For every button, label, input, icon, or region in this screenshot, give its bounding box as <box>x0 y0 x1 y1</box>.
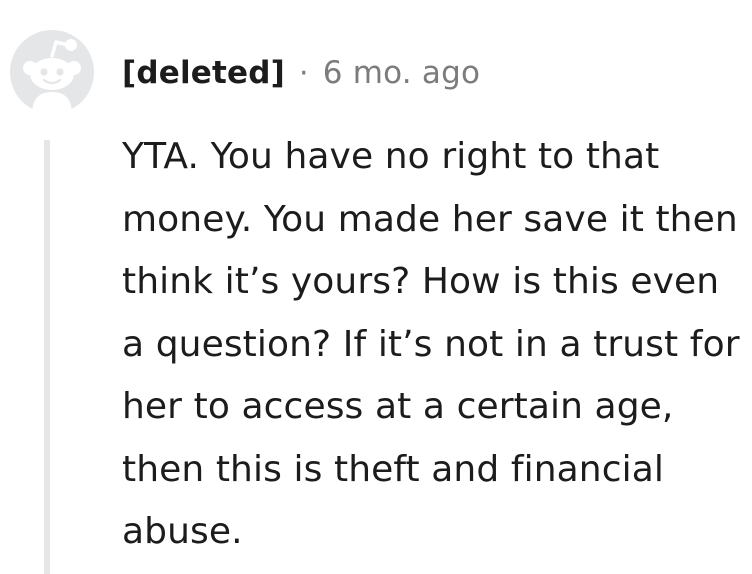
comment-timestamp[interactable]: 6 mo. ago <box>323 55 480 91</box>
meta-separator: · <box>299 55 309 91</box>
comment-body: YTA. You have no right to that money. Yo… <box>122 136 740 552</box>
comment-header: [deleted] · 6 mo. ago <box>122 50 480 96</box>
thread-collapse-line[interactable] <box>44 140 50 574</box>
comment-author[interactable]: [deleted] <box>122 55 285 91</box>
comment: [deleted] · 6 mo. ago YTA. You have no r… <box>0 0 752 574</box>
reddit-snoo-avatar-icon[interactable] <box>10 30 94 114</box>
